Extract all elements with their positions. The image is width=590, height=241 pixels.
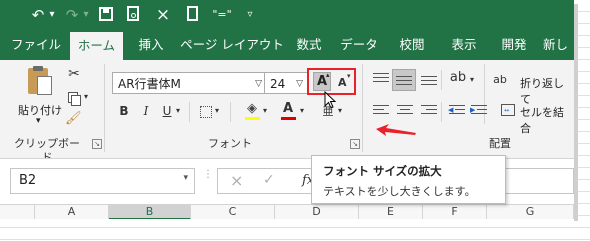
- align-left-icon[interactable]: [372, 104, 390, 118]
- align-top-icon[interactable]: [372, 72, 390, 86]
- merge-cells-icon[interactable]: ↔: [501, 104, 515, 116]
- excel-window: ↶ ▾ ↷ ▾ × "=" ▿ ファイル ホーム 挿入 ページ レイアウト 数式…: [0, 0, 574, 219]
- chevron-down-icon: ▽: [255, 79, 262, 89]
- cut-icon[interactable]: ✂: [66, 66, 82, 82]
- clipboard-icon[interactable]: [24, 66, 54, 98]
- phonetic-guide-icon[interactable]: 亜: [321, 103, 335, 119]
- button-separator: [230, 102, 231, 122]
- orientation-icon[interactable]: ab: [449, 70, 467, 85]
- font-color-icon[interactable]: A: [281, 101, 295, 116]
- fill-color-bar: [245, 117, 260, 120]
- tooltip: フォント サイズの拡大 テキストを少し大きくします。: [311, 155, 506, 204]
- column-header-e[interactable]: E: [359, 204, 423, 219]
- paste-dropdown-icon[interactable]: ▾: [36, 116, 41, 126]
- splitter-handle[interactable]: ⋮: [203, 170, 213, 190]
- bold-button[interactable]: B: [117, 104, 131, 118]
- group-separator: [362, 64, 363, 152]
- clipboard-launcher-icon[interactable]: ↘: [92, 139, 102, 149]
- save-icon[interactable]: [99, 7, 113, 21]
- button-separator: [189, 102, 190, 122]
- wrap-text-icon[interactable]: ab: [492, 73, 508, 86]
- close-icon[interactable]: ×: [155, 4, 171, 26]
- borders-dropdown-icon[interactable]: ▾: [215, 106, 219, 115]
- align-right-icon[interactable]: [420, 104, 438, 118]
- name-box-value: B2: [19, 173, 37, 188]
- decrease-indent-icon[interactable]: ◀: [448, 104, 466, 118]
- tooltip-description: テキストを少し大きくします。: [323, 185, 476, 198]
- cancel-icon[interactable]: ×: [230, 171, 243, 190]
- column-header-g[interactable]: G: [487, 204, 574, 219]
- tab-data[interactable]: データ: [336, 30, 382, 60]
- align-center-icon[interactable]: [396, 104, 414, 118]
- ribbon-tabs: ファイル ホーム 挿入 ページ レイアウト 数式 データ 校閲 表示 開発 新し: [0, 30, 574, 60]
- undo-dropdown-icon[interactable]: ▾: [47, 4, 57, 26]
- font-group-label: フォント: [208, 137, 252, 150]
- orientation-dropdown-icon[interactable]: ▾: [470, 75, 474, 84]
- column-header-b[interactable]: B: [109, 204, 191, 219]
- borders-icon[interactable]: [200, 106, 212, 118]
- column-header-d[interactable]: D: [275, 204, 359, 219]
- tab-formulas[interactable]: 数式: [289, 30, 329, 60]
- format-painter-icon[interactable]: 🖌: [65, 111, 82, 127]
- phonetic-dropdown-icon[interactable]: ▾: [338, 106, 342, 115]
- redo-dropdown-icon[interactable]: ▾: [81, 4, 91, 26]
- redo-icon[interactable]: ↷: [62, 4, 82, 26]
- chevron-down-icon: ▽: [296, 79, 303, 89]
- tab-developer[interactable]: 開発: [494, 30, 534, 60]
- fill-color-dropdown-icon[interactable]: ▾: [263, 106, 267, 115]
- quick-access-toolbar: ↶ ▾ ↷ ▾ × "=" ▿: [0, 0, 574, 30]
- undo-icon[interactable]: ↶: [28, 4, 48, 26]
- font-size-dropdown[interactable]: 24 ▽: [264, 72, 308, 94]
- increase-indent-icon[interactable]: ▶: [470, 104, 488, 118]
- column-header-c[interactable]: C: [191, 204, 275, 219]
- annotation-arrow-icon: [376, 124, 416, 136]
- tab-page-layout[interactable]: ページ レイアウト: [180, 30, 284, 60]
- group-separator: [104, 64, 105, 152]
- name-box[interactable]: B2 ▾: [10, 168, 195, 194]
- clipboard-group-label: クリップボード: [14, 137, 80, 164]
- font-name-dropdown[interactable]: AR行書体M ▽: [112, 72, 267, 94]
- tab-new[interactable]: 新し: [543, 30, 574, 60]
- button-separator: [441, 70, 442, 90]
- tab-view[interactable]: 表示: [444, 30, 484, 60]
- align-middle-icon[interactable]: [392, 69, 416, 91]
- font-name-value: AR行書体M: [118, 77, 181, 91]
- equals-button[interactable]: "=": [208, 4, 236, 26]
- tooltip-title: フォント サイズの拡大: [323, 164, 442, 178]
- copy-icon[interactable]: [68, 92, 81, 106]
- tab-file[interactable]: ファイル: [10, 30, 62, 60]
- font-color-bar: [281, 117, 296, 120]
- new-document-icon[interactable]: [187, 6, 198, 21]
- font-launcher-icon[interactable]: ↘: [350, 139, 360, 149]
- tab-review[interactable]: 校閲: [392, 30, 432, 60]
- underline-button[interactable]: U: [160, 104, 174, 118]
- customize-dropdown-icon[interactable]: ▿: [243, 4, 257, 26]
- tab-home[interactable]: ホーム: [70, 32, 123, 60]
- print-preview-icon[interactable]: [127, 6, 139, 21]
- tab-insert[interactable]: 挿入: [128, 30, 174, 60]
- column-header-f[interactable]: F: [423, 204, 487, 219]
- fill-color-icon[interactable]: ◈: [244, 101, 260, 116]
- enter-icon[interactable]: ✓: [263, 172, 275, 188]
- wrap-text-label[interactable]: 折り返して: [520, 75, 574, 107]
- italic-button[interactable]: I: [139, 104, 153, 118]
- chevron-down-icon: ▾: [183, 173, 188, 183]
- align-bottom-icon[interactable]: [420, 72, 438, 86]
- font-color-dropdown-icon[interactable]: ▾: [300, 106, 304, 115]
- alignment-group-label: 配置: [489, 137, 511, 150]
- underline-dropdown-icon[interactable]: ▾: [176, 106, 180, 115]
- select-all-corner[interactable]: [0, 204, 35, 219]
- button-separator: [441, 102, 442, 122]
- copy-dropdown-icon[interactable]: ▾: [84, 92, 88, 101]
- merge-cells-label[interactable]: セルを結合: [520, 104, 574, 136]
- font-size-value: 24: [270, 77, 286, 91]
- window-shadow: [574, 4, 578, 221]
- column-header-a[interactable]: A: [35, 204, 109, 219]
